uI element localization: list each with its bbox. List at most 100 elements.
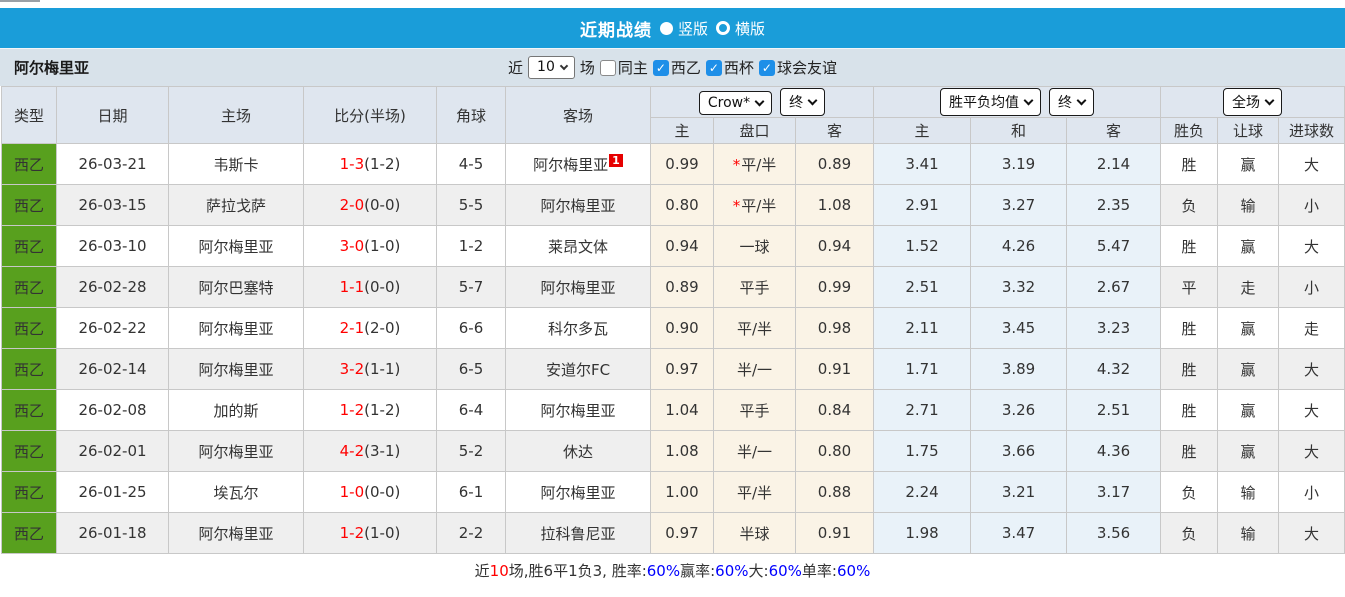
cell-result-handicap: 赢 [1217,389,1280,431]
cell-date: 26-03-10 [56,225,169,267]
col-header-away: 客场 [505,86,651,144]
cell-europe-home-odds: 2.91 [873,184,972,226]
cell-result-wdl: 负 [1160,184,1219,226]
cell-league: 西乙 [1,225,57,267]
cell-league: 西乙 [1,389,57,431]
cell-result-goals: 小 [1278,184,1345,226]
bookmaker-select-value: Crow* [707,95,751,111]
recent-results-panel: 近期战绩 竖版 横版 阿尔梅里亚 近 10 场 同主 ✓ 西乙 ✓ 西杯 ✓ 球… [0,0,1345,597]
top-edge-line [0,0,40,2]
cell-europe-draw-odds: 3.89 [970,348,1068,390]
asian-time-select-value: 终 [789,95,804,111]
europe-odds-group-header: 胜平负均值 终 [873,86,1162,118]
cell-league: 西乙 [1,266,57,308]
cell-corners: 5-7 [436,266,506,308]
scope-select[interactable]: 全场 [1223,88,1283,116]
cell-europe-away-odds: 5.47 [1066,225,1162,267]
cell-result-handicap: 输 [1217,184,1280,226]
checkbox-icon: ✓ [705,59,722,76]
cell-result-wdl: 平 [1160,266,1219,308]
cell-result-wdl: 胜 [1160,225,1219,267]
cell-asian-home-odds: 0.90 [650,307,714,349]
cell-europe-home-odds: 1.75 [873,430,972,472]
match-row: 西乙 26-02-14 阿尔梅里亚 3-2(1-1) 6-5 安道尔FC 0.97 半/一 0.… [1,348,1345,390]
cell-date: 26-02-22 [56,307,169,349]
cell-score: 1-2(1-0) [303,512,437,554]
cell-europe-home-odds: 1.98 [873,512,972,554]
cell-date: 26-02-01 [56,430,169,472]
cell-team: 加的斯 [168,389,304,431]
cell-europe-draw-odds: 3.66 [970,430,1068,472]
cell-europe-away-odds: 4.36 [1066,430,1162,472]
cell-team: 休达 [505,430,651,472]
cell-league: 西乙 [1,143,57,185]
cell-corners: 6-1 [436,471,506,513]
filter-checkbox-league[interactable]: ✓ 西乙 [652,57,701,78]
summary-segment: 赢率: [680,562,716,580]
cell-europe-home-odds: 2.51 [873,266,972,308]
chevron-down-icon [754,96,765,107]
cell-score: 3-0(1-0) [303,225,437,267]
titlebar: 近期战绩 竖版 横版 [0,8,1345,48]
filter-controls: 近 10 场 同主 ✓ 西乙 ✓ 西杯 ✓ 球会友谊 [508,56,837,79]
cell-europe-draw-odds: 3.27 [970,184,1068,226]
cell-europe-draw-odds: 3.47 [970,512,1068,554]
cell-corners: 6-5 [436,348,506,390]
cell-result-wdl: 胜 [1160,307,1219,349]
europe-time-select[interactable]: 终 [1049,88,1095,116]
subcol-asian-home: 主 [650,117,714,144]
filter-bar: 阿尔梅里亚 近 10 场 同主 ✓ 西乙 ✓ 西杯 ✓ 球会友谊 [0,48,1345,86]
asian-time-select[interactable]: 终 [780,88,826,116]
cell-result-goals: 大 [1278,143,1345,185]
cell-europe-draw-odds: 3.19 [970,143,1068,185]
filter-checkbox-friendly[interactable]: ✓ 球会友谊 [758,57,837,78]
layout-radio-horizontal[interactable]: 横版 [716,18,765,39]
cell-result-goals: 走 [1278,307,1345,349]
cell-team: 阿尔梅里亚 [168,430,304,472]
cell-europe-draw-odds: 4.26 [970,225,1068,267]
match-row: 西乙 26-02-22 阿尔梅里亚 2-1(2-0) 6-6 科尔多瓦 0.90 平/半 0.9… [1,307,1345,349]
radio-label: 竖版 [677,19,708,38]
cell-team: 阿尔巴塞特 [168,266,304,308]
cell-asian-away-odds: 0.88 [794,471,875,513]
checkbox-icon: ✓ [652,59,669,76]
cell-result-goals: 大 [1278,348,1345,390]
match-row: 西乙 26-03-10 阿尔梅里亚 3-0(1-0) 1-2 莱昂文体 0.94 一球 0.94… [1,225,1345,267]
subcol-result-wdl: 胜负 [1160,117,1219,144]
match-count-select[interactable]: 10 [528,56,575,79]
cell-europe-home-odds: 1.52 [873,225,972,267]
cell-asian-away-odds: 0.98 [794,307,875,349]
filter-checkbox-cup[interactable]: ✓ 西杯 [705,57,754,78]
cell-asian-home-odds: 0.97 [650,512,714,554]
panel-title: 近期战绩 [579,20,652,41]
subcol-europe-home: 主 [873,117,972,144]
cell-result-wdl: 胜 [1160,430,1219,472]
top-strip [0,0,1345,8]
cell-europe-away-odds: 3.56 [1066,512,1162,554]
cell-asian-line: 平手 [713,389,796,431]
match-row: 西乙 26-02-08 加的斯 1-2(1-2) 6-4 阿尔梅里亚 1.04 平手 0.84 2… [1,389,1345,431]
cell-result-handicap: 输 [1217,471,1280,513]
cell-score: 1-0(0-0) [303,471,437,513]
match-row: 西乙 26-03-15 萨拉戈萨 2-0(0-0) 5-5 阿尔梅里亚 0.80 *平/半 1.… [1,184,1345,226]
cell-score: 1-2(1-2) [303,389,437,431]
cell-result-handicap: 赢 [1217,225,1280,267]
filter-checkbox-same-home[interactable]: 同主 [599,57,648,78]
chevron-down-icon [1076,95,1087,106]
cell-team: 阿尔梅里亚 [505,471,651,513]
bookmaker-select[interactable]: Crow* [698,91,773,115]
cell-asian-away-odds: 0.80 [794,430,875,472]
cell-score: 2-0(0-0) [303,184,437,226]
cell-europe-away-odds: 3.23 [1066,307,1162,349]
cell-league: 西乙 [1,348,57,390]
cell-league: 西乙 [1,307,57,349]
cell-europe-away-odds: 2.14 [1066,143,1162,185]
cell-asian-away-odds: 0.91 [794,348,875,390]
cell-europe-draw-odds: 3.26 [970,389,1068,431]
layout-radio-vertical[interactable]: 竖版 [659,18,708,39]
europe-odds-type-select[interactable]: 胜平负均值 [940,88,1042,116]
cell-team: 埃瓦尔 [168,471,304,513]
cell-score: 1-3(1-2) [303,143,437,185]
cell-europe-away-odds: 2.35 [1066,184,1162,226]
cell-league: 西乙 [1,430,57,472]
